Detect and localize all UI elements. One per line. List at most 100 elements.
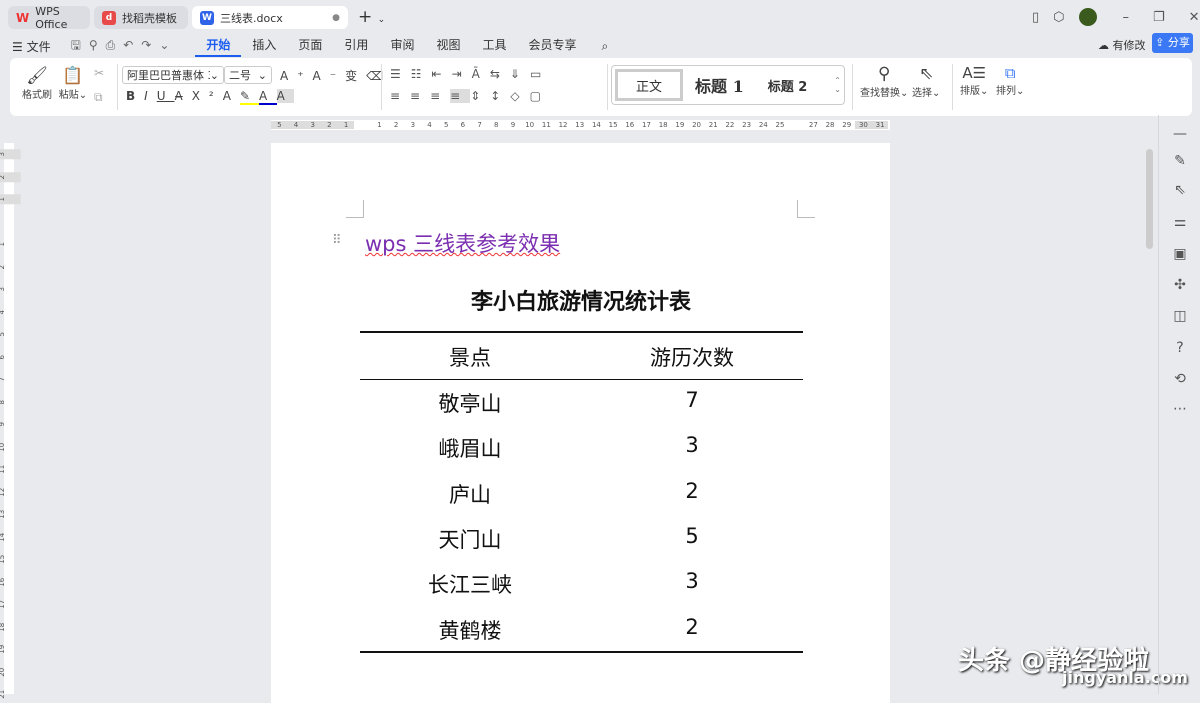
unsaved-dot-icon: ●: [332, 12, 340, 23]
reading-mode-icon[interactable]: ▯: [1032, 10, 1039, 25]
copy-icon[interactable]: ⧉: [94, 90, 103, 105]
restore-button[interactable]: ❐: [1153, 10, 1165, 25]
table-cell[interactable]: 3: [685, 433, 698, 457]
ruler-tick: 11: [0, 464, 6, 474]
ruler-tick: 28: [825, 121, 835, 129]
table-cell[interactable]: 长江三峡: [428, 569, 512, 599]
ruler-tick: 10: [0, 442, 6, 452]
ruler-tick: 9: [510, 121, 516, 129]
menu-insert[interactable]: 插入: [241, 36, 287, 57]
menu-tools[interactable]: 工具: [471, 36, 517, 57]
select-button[interactable]: ⇖ 选择⌄: [912, 64, 940, 99]
quick-access-icons[interactable]: 🖫⚲⎙↶↷⌄: [71, 36, 178, 57]
ruler-tick: 6: [0, 352, 20, 362]
style-heading-1[interactable]: 标题 1: [695, 73, 744, 97]
ruler-tick: 25: [775, 121, 785, 129]
menu-bar: ☰ 文件 🖫⚲⎙↶↷⌄ 开始 插入 页面 引用 审阅 视图 工具 会员专享 ⌕: [12, 36, 608, 57]
menu-home[interactable]: 开始: [195, 36, 242, 57]
vertical-ruler[interactable]: 321123456789101112131415161718192021: [0, 143, 21, 699]
ruler-tick: 15: [608, 121, 618, 129]
vertical-scrollbar[interactable]: [1146, 149, 1153, 249]
translate-icon[interactable]: ⟲: [1171, 370, 1189, 388]
tools-icon[interactable]: ✣: [1171, 276, 1189, 294]
document-heading[interactable]: wps 三线表参考效果: [365, 228, 560, 258]
close-button[interactable]: ✕: [1189, 10, 1200, 25]
ruler-tick: 3: [0, 149, 21, 160]
table-cell[interactable]: 庐山: [449, 479, 491, 509]
horizontal-ruler[interactable]: 5 4 3 2 1 1 2 3 4 5 6 7 8 9 10 11 12 13 14 15 16 17 18 19 20 21 22…: [271, 120, 890, 130]
collapse-icon[interactable]: —: [1171, 125, 1189, 143]
find-replace-button[interactable]: ⚲ 查找替换⌄: [860, 64, 908, 99]
alignment-tools[interactable]: ≡≡≡≡⇕↕◇▢: [390, 89, 551, 103]
help-icon[interactable]: ?: [1171, 339, 1189, 357]
table-cell[interactable]: 天门山: [439, 524, 502, 554]
tab-wps-office[interactable]: W WPS Office: [8, 5, 90, 31]
format-painter-button[interactable]: 🖌 格式刷: [20, 66, 54, 101]
layout-button[interactable]: A☰ 排版⌄: [960, 64, 988, 97]
more-icon[interactable]: ⋯: [1171, 400, 1189, 418]
ruler-tick: 5: [443, 121, 449, 129]
table-cell[interactable]: 5: [685, 524, 698, 548]
table-cell[interactable]: 峨眉山: [439, 433, 502, 463]
table-title[interactable]: 李小白旅游情况统计表: [471, 284, 691, 316]
pen-icon[interactable]: ✎: [1171, 152, 1189, 170]
margin-corner-mark: [797, 200, 815, 218]
cursor-icon[interactable]: ⇖: [1171, 181, 1189, 199]
ruler-tick: 19: [675, 121, 685, 129]
style-normal[interactable]: 正文: [615, 69, 683, 101]
menu-review[interactable]: 审阅: [379, 36, 425, 57]
modified-status[interactable]: ☁ 有修改: [1098, 37, 1146, 53]
ruler-tick: 17: [0, 599, 6, 609]
style-heading-2[interactable]: 标题 2: [768, 76, 808, 95]
tab-docer[interactable]: d 找稻壳模板: [94, 6, 188, 29]
new-tab-button[interactable]: + ⌄: [358, 7, 385, 27]
search-icon[interactable]: ⌕: [602, 39, 609, 54]
text-format-buttons[interactable]: BIUA̶X²A✎AA: [126, 89, 294, 105]
menu-member[interactable]: 会员专享: [517, 36, 587, 57]
ruler-tick: 5: [0, 329, 20, 339]
column-header[interactable]: 景点: [449, 342, 491, 372]
table-cell[interactable]: 2: [685, 479, 698, 503]
table-cell[interactable]: 2: [685, 615, 698, 639]
ruler-tick: 3: [0, 284, 20, 294]
arrange-button[interactable]: ⧉ 排列⌄: [996, 64, 1024, 97]
cut-icon[interactable]: ✂: [94, 66, 104, 80]
menu-references[interactable]: 引用: [333, 36, 379, 57]
ribbon: 🖌格式刷 📋粘贴⌄ ✂ ⧉ 阿里巴巴普惠体 3.0⌄ 二号⌄ A⁺A⁻变⌫ BI…: [10, 58, 1192, 116]
ruler-tick: 2: [0, 262, 20, 272]
ruler-tick: 1: [377, 121, 382, 129]
font-size-select[interactable]: 二号 ⌄: [224, 66, 272, 84]
table-cell[interactable]: 敬亭山: [439, 388, 502, 418]
ruler-tick: 30: [855, 121, 872, 129]
ruler-tick: 7: [477, 121, 482, 129]
font-size-tools[interactable]: A⁺A⁻变⌫: [280, 67, 392, 84]
right-sidebar: — ✎ ⇖ ⚌ ▣ ✣ ◫ ? ⟲ ⋯: [1158, 115, 1200, 694]
column-header[interactable]: 游历次数: [650, 342, 734, 372]
ruler-tick: 10: [525, 121, 535, 129]
cube-icon[interactable]: ⬡: [1053, 10, 1064, 25]
map-search-icon[interactable]: ◫: [1171, 307, 1189, 325]
font-family-select[interactable]: 阿里巴巴普惠体 3.0⌄: [122, 66, 224, 84]
menu-view[interactable]: 视图: [425, 36, 471, 57]
document-page[interactable]: [271, 143, 890, 703]
ruler-tick: [0, 217, 20, 227]
tab-document[interactable]: W 三线表.docx ●: [192, 6, 348, 29]
paragraph-tools[interactable]: ☰☷⇤⇥Ā⇆⇓▭: [390, 67, 551, 81]
style-scroll-icon[interactable]: ⌃ ⌄: [834, 76, 841, 94]
file-menu[interactable]: ☰ 文件: [12, 38, 51, 55]
margin-corner-mark: [346, 200, 364, 218]
paste-button[interactable]: 📋 粘贴⌄: [58, 66, 88, 101]
table-cell[interactable]: 黄鹤楼: [439, 615, 502, 645]
drag-handle-icon[interactable]: ⠿: [332, 233, 342, 248]
table-cell[interactable]: 3: [685, 569, 698, 593]
menu-page[interactable]: 页面: [287, 36, 333, 57]
share-button[interactable]: ⇪ 分享: [1152, 33, 1193, 53]
ruler-tick: 21: [0, 689, 6, 699]
settings-sliders-icon[interactable]: ⚌: [1171, 213, 1189, 231]
minimize-button[interactable]: –: [1123, 10, 1130, 25]
image-icon[interactable]: ▣: [1171, 245, 1189, 263]
avatar[interactable]: [1078, 8, 1097, 26]
ruler-tick: 24: [758, 121, 768, 129]
table-cell[interactable]: 7: [685, 388, 698, 412]
style-gallery: 正文 标题 1 标题 2 ⌃ ⌄: [611, 65, 845, 105]
